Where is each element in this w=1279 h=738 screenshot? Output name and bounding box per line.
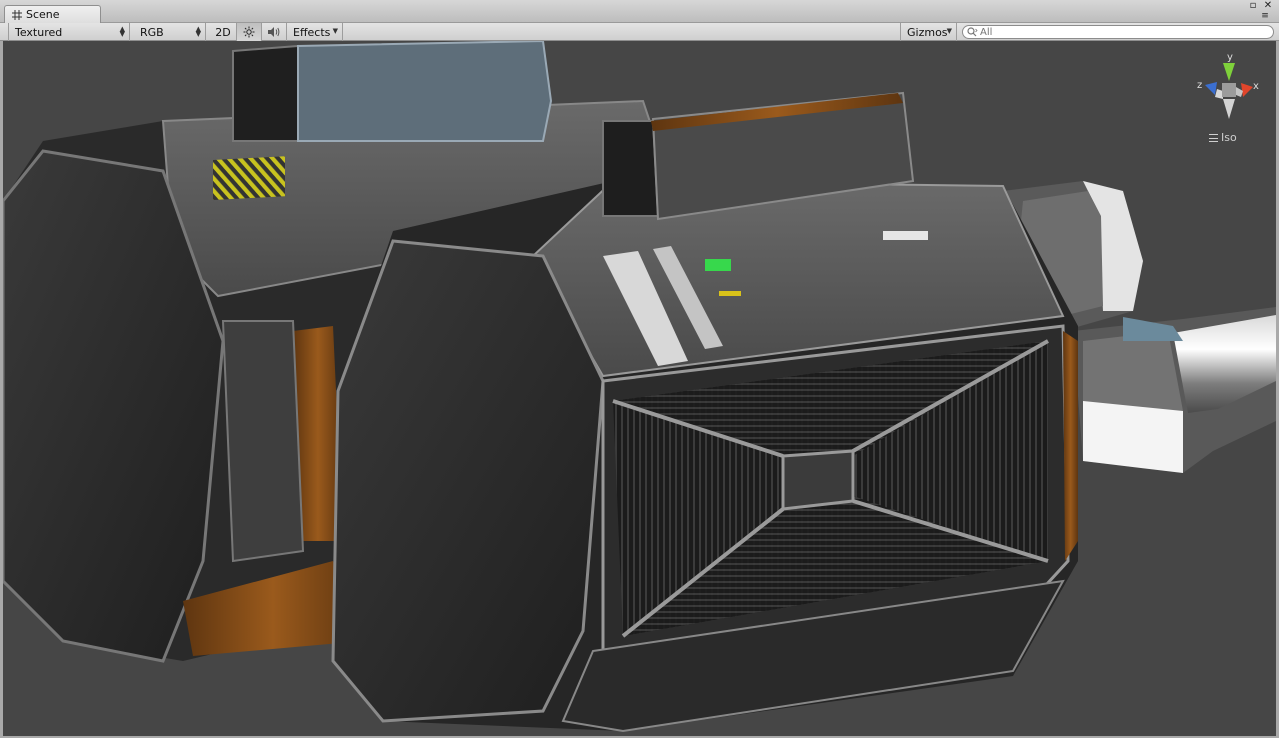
render-mode-value: RGB xyxy=(140,25,164,39)
toggle-2d-label: 2D xyxy=(215,25,231,39)
scene-lighting-button[interactable] xyxy=(237,23,262,41)
gizmo-x-cone[interactable] xyxy=(1241,83,1253,97)
scene-audio-button[interactable] xyxy=(262,23,287,41)
search-icon xyxy=(967,27,978,37)
gizmo-neg-y-cone[interactable] xyxy=(1223,99,1235,119)
scene-viewport[interactable]: y x z Iso xyxy=(3,41,1276,736)
dropdown-arrow-icon: ▼ xyxy=(332,27,338,35)
dropdown-arrows-icon: ▲ ▼ xyxy=(195,25,201,38)
scene-orientation-gizmo[interactable]: y x z xyxy=(1193,49,1265,139)
gizmo-center-cube[interactable] xyxy=(1222,83,1236,97)
gizmo-y-cone[interactable] xyxy=(1223,63,1235,81)
hazard-stripes-decal xyxy=(213,156,285,200)
gizmo-axis-x: x xyxy=(1253,81,1259,92)
speaker-icon xyxy=(268,27,280,37)
window-titlebar: Scene ▫ ✕ ≡ xyxy=(0,0,1279,23)
toggle-2d-button[interactable]: 2D xyxy=(210,23,237,41)
dropdown-arrow-icon: ▼ xyxy=(946,27,952,35)
scene-render xyxy=(3,41,1276,733)
projection-toggle[interactable]: Iso xyxy=(1209,131,1237,144)
indicator-green xyxy=(705,259,731,271)
pipe-lower xyxy=(1073,307,1276,473)
gizmos-label: Gizmos xyxy=(907,25,948,39)
projection-label: Iso xyxy=(1221,131,1237,144)
gizmo-axis-z: z xyxy=(1197,80,1202,91)
draw-mode-value: Textured xyxy=(15,25,63,39)
effects-dropdown[interactable]: Effects ▼ xyxy=(287,23,343,41)
hierarchy-search[interactable] xyxy=(962,25,1274,39)
search-input[interactable] xyxy=(980,26,1260,38)
maximize-button[interactable]: ▫ xyxy=(1246,1,1260,11)
close-button[interactable]: ✕ xyxy=(1261,1,1275,11)
draw-mode-dropdown[interactable]: Textured ▲ ▼ xyxy=(8,23,130,41)
gizmo-z-cone[interactable] xyxy=(1205,82,1217,95)
hash-grid-icon xyxy=(12,9,22,20)
dropdown-arrows-icon: ▲ ▼ xyxy=(119,25,125,38)
tab-scene-label: Scene xyxy=(26,8,60,21)
sun-icon xyxy=(243,26,255,38)
hamburger-icon xyxy=(1209,133,1218,142)
gizmo-axis-y: y xyxy=(1227,52,1233,63)
tab-scene[interactable]: Scene xyxy=(4,5,101,23)
render-mode-dropdown[interactable]: RGB ▲ ▼ xyxy=(134,23,206,41)
tab-menu-icon[interactable]: ≡ xyxy=(1258,11,1272,21)
gizmos-dropdown[interactable]: Gizmos ▼ xyxy=(900,23,957,41)
indicator-yellow xyxy=(719,291,741,296)
effects-label: Effects xyxy=(293,25,331,39)
